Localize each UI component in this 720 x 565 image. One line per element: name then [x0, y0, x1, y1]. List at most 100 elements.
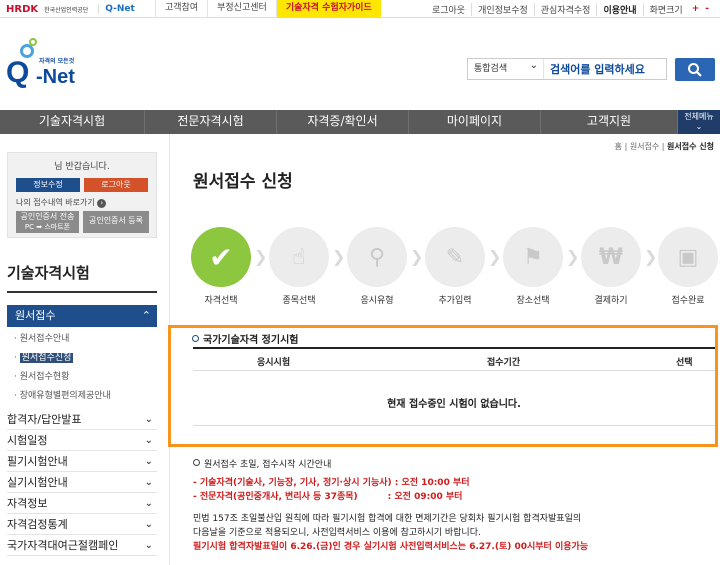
edit-profile-link[interactable]: 개인정보수정	[471, 2, 534, 16]
greeting-text: 님 반갑습니다.	[54, 162, 110, 172]
search-scope-select[interactable]: 통합검색	[468, 56, 544, 79]
step-label: 추가입력	[438, 296, 472, 306]
logout-button[interactable]: 로그아웃	[84, 178, 148, 192]
login-box: 님 반갑습니다. 정보수정 로그아웃 나의 접수내역 바로가기 › 공인인증서 …	[7, 152, 157, 238]
zoom-in-button[interactable]: +	[689, 4, 703, 14]
empty-message: 현재 접수중인 시험이 없습니다.	[387, 399, 521, 410]
chevron-down-icon: ⌄	[144, 414, 153, 425]
tab-customer-participation[interactable]: 고객참여	[155, 0, 207, 18]
notice-line-pro: - 전문자격(공인중개사, 변리사 등 37종목): 오전 09:00 부터	[193, 492, 463, 502]
step-arrow-icon: ❯	[566, 247, 580, 266]
notice-heading: 원서접수 초일, 접수시작 시간안내	[193, 458, 713, 472]
chevron-up-icon: ⌃	[141, 309, 151, 322]
org-logos: HRDK 한국산업인력공단 Q-Net	[6, 2, 135, 16]
magnifier-icon: ⚲	[347, 227, 407, 287]
chevron-down-icon: ⌄	[144, 456, 153, 467]
notice-line-tech: - 기술자격(기술사, 기능장, 기사, 정기·상시 기능사) : 오전 10:…	[193, 478, 470, 488]
sidebar-item-application[interactable]: 원서접수 ⌃	[7, 305, 157, 327]
all-menu-button[interactable]: 전체메뉴 ⌄	[678, 110, 720, 134]
logo-q: Q	[6, 56, 30, 89]
favorite-cert-link[interactable]: 관심자격수정	[533, 2, 597, 16]
sidebar-sub-status[interactable]: · 원서접수현황	[14, 369, 69, 382]
logo-slogan: 자격의 모든것	[39, 58, 75, 65]
hrdk-logo-subtitle: 한국산업인력공단	[44, 6, 89, 14]
nav-pro-exam[interactable]: 전문자격시험	[145, 110, 277, 134]
hrdk-logo[interactable]: HRDK	[6, 4, 38, 15]
chevron-down-icon: ⌄	[695, 122, 703, 131]
site-header: 자격의 모든것 Q -Net 통합검색 검색어를 입력하세요	[0, 18, 720, 110]
logout-link[interactable]: 로그아웃	[426, 3, 471, 16]
step-label: 자격선택	[204, 296, 238, 306]
recent-application-link[interactable]: 나의 접수내역 바로가기 ›	[16, 197, 107, 208]
sidebar-item-practical-exam[interactable]: 실기시험안내 ⌄	[7, 473, 157, 493]
main-nav: 기술자격시험 전문자격시험 자격증/확인서 마이페이지 고객지원 전체메뉴 ⌄	[0, 110, 720, 134]
step-label: 종목선택	[282, 296, 316, 306]
sidebar-sub-apply[interactable]: · 원서접수신청	[14, 350, 74, 363]
tab-fraud-report[interactable]: 부정신고센터	[207, 0, 276, 18]
pencil-icon: ✎	[425, 227, 485, 287]
cert-transfer-sub: PC ➡ 스마트폰	[24, 223, 71, 231]
chevron-down-icon: ⌄	[144, 477, 153, 488]
sidebar-sub-guide[interactable]: · 원서접수안내	[14, 331, 69, 344]
step-progress: ✔ 자격선택 ❯ ☝ 종목선택 ❯ ⚲ 응시유형 ❯ ✎ 추가입력 ❯ ⚑ 장소…	[190, 227, 718, 307]
qnet-small-logo[interactable]: Q-Net	[98, 4, 135, 14]
sidebar-item-label: 원서접수	[15, 309, 56, 322]
usage-guide-link[interactable]: 이용안내	[596, 2, 642, 16]
sidebar-item-written-exam[interactable]: 필기시험안내 ⌄	[7, 452, 157, 472]
section-title: 국가기술자격 정기시험	[192, 331, 298, 346]
font-size-label: 화면크기	[642, 2, 689, 16]
location-pin-icon: ⚑	[503, 227, 563, 287]
step-additional-input: ✎ 추가입력	[424, 227, 486, 306]
step-complete: ▣ 접수완료	[657, 227, 719, 306]
cert-transfer-button[interactable]: 공인인증서 전송 PC ➡ 스마트폰	[16, 211, 79, 233]
table-bottom-border	[193, 425, 715, 426]
zoom-out-button[interactable]: -	[702, 4, 712, 14]
arrow-right-icon: ›	[97, 199, 107, 208]
sidebar-sub-accessibility[interactable]: · 장애유형별편의제공안내	[14, 388, 111, 401]
breadcrumb-current: 원서접수 신청	[667, 142, 714, 151]
nav-support[interactable]: 고객지원	[541, 110, 678, 134]
cert-transfer-label: 공인인증서 전송	[20, 212, 75, 221]
breadcrumb-home[interactable]: 홈	[615, 142, 622, 151]
chevron-down-icon: ⌄	[144, 540, 153, 551]
step-select-location: ⚑ 장소선택	[502, 227, 564, 306]
top-tabs: 고객참여 부정신고센터 기술자격 수험자가이드	[155, 0, 381, 18]
sidebar-item-statistics[interactable]: 자격검정통계 ⌄	[7, 515, 157, 535]
search-button[interactable]	[675, 58, 715, 81]
sidebar-item-schedule[interactable]: 시험일정 ⌄	[7, 431, 157, 451]
step-label: 응시유형	[360, 296, 394, 306]
tab-examinee-guide[interactable]: 기술자격 수험자가이드	[275, 0, 381, 18]
notice-paragraph-2: 다음날을 기준으로 적용되오니, 사전입력서비스 이용에 참고하시기 바랍니다.	[193, 528, 481, 538]
nav-mypage[interactable]: 마이페이지	[409, 110, 541, 134]
search-input[interactable]: 검색어를 입력하세요	[544, 61, 666, 77]
sidebar-item-campaign[interactable]: 국가자격대여근절캠페인 ⌄	[7, 536, 157, 556]
search-icon	[688, 62, 702, 77]
logo-circle-small	[29, 38, 37, 46]
edit-info-button[interactable]: 정보수정	[16, 178, 80, 192]
step-arrow-icon: ❯	[410, 247, 424, 266]
col-select: 선택	[676, 358, 693, 368]
step-label: 접수완료	[671, 296, 705, 306]
step-label: 결제하기	[594, 296, 628, 306]
hand-pointer-icon: ☝	[269, 227, 329, 287]
top-utility-bar: HRDK 한국산업인력공단 Q-Net 고객참여 부정신고센터 기술자격 수험자…	[0, 0, 720, 18]
qnet-logo[interactable]: 자격의 모든것 Q -Net	[6, 38, 86, 103]
nav-tech-exam[interactable]: 기술자격시험	[0, 110, 145, 134]
sidebar-item-cert-info[interactable]: 자격정보 ⌄	[7, 494, 157, 514]
chevron-down-icon: ⌄	[144, 498, 153, 509]
check-icon: ✔	[191, 227, 251, 287]
step-arrow-icon: ❯	[644, 247, 658, 266]
sidebar: 님 반갑습니다. 정보수정 로그아웃 나의 접수내역 바로가기 › 공인인증서 …	[0, 134, 170, 565]
nav-certificate[interactable]: 자격증/확인서	[277, 110, 409, 134]
col-exam: 응시시험	[257, 358, 291, 368]
step-exam-type: ⚲ 응시유형	[346, 227, 408, 306]
breadcrumb-parent[interactable]: 원서접수	[630, 142, 659, 151]
cert-register-button[interactable]: 공인인증서 등록	[83, 211, 149, 233]
step-payment: ₩ 결제하기	[580, 227, 642, 306]
all-menu-label: 전체메뉴	[684, 112, 714, 121]
sidebar-item-results[interactable]: 합격자/답안발표 ⌄	[7, 410, 157, 430]
notice-paragraph-3: 필기시험 합격자발표일이 6.26.(금)인 경우 실기시험 사전입력서비스는 …	[193, 542, 589, 552]
won-coin-icon: ₩	[581, 227, 641, 287]
notice-paragraph-1: 민법 157조 초일불산입 원칙에 따라 필기시험 합격에 대한 면제기간은 당…	[193, 514, 582, 524]
step-select-qualification: ✔ 자격선택	[190, 227, 252, 306]
